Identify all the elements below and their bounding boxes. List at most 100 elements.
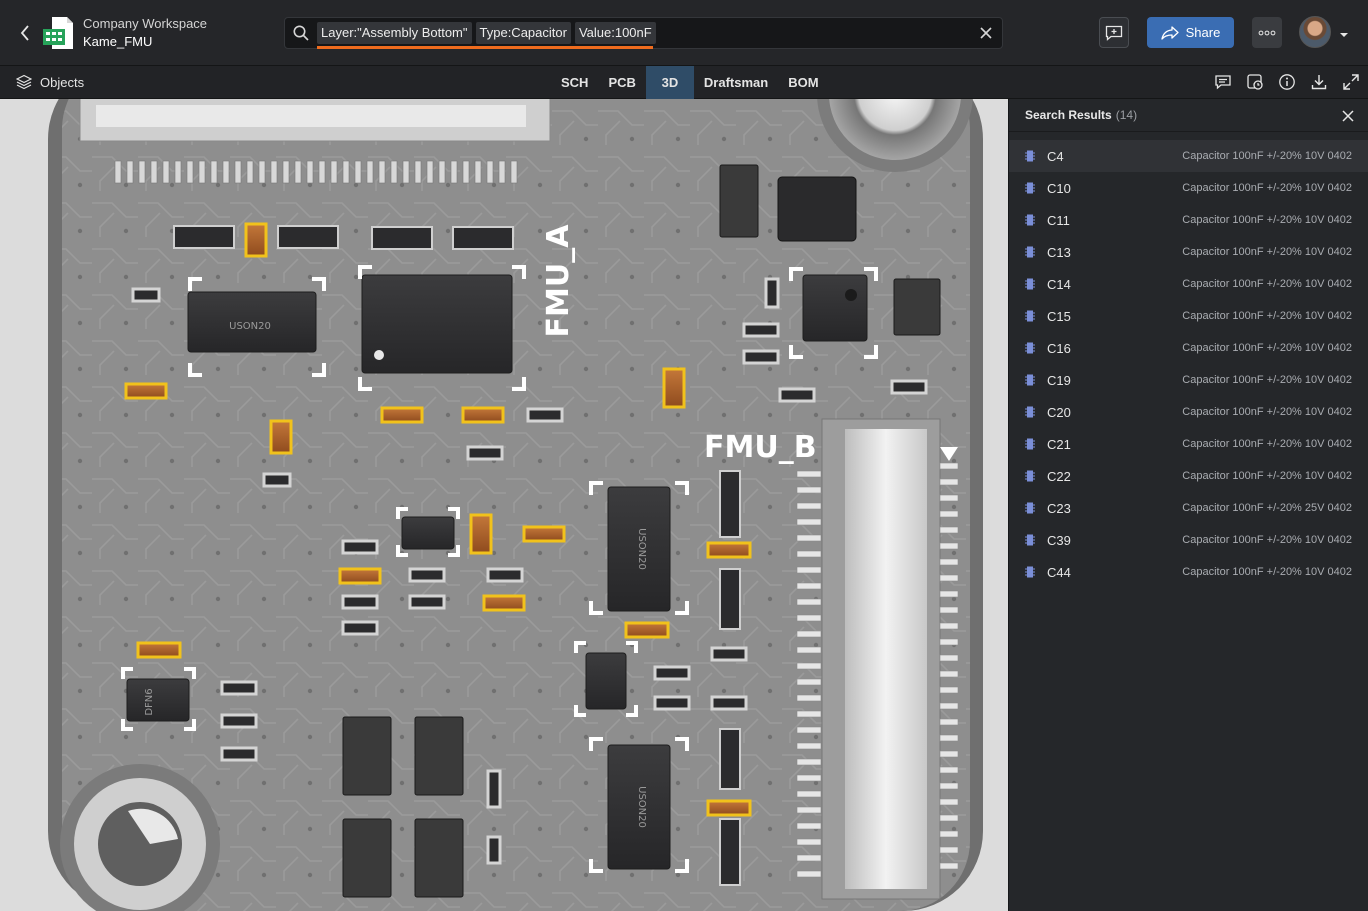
search-chip-layer[interactable]: Layer:"Assembly Bottom"	[317, 22, 472, 44]
capacitor-highlight[interactable]	[469, 513, 493, 555]
fullscreen-icon[interactable]	[1342, 73, 1360, 91]
search-chip-type[interactable]: Type:Capacitor	[475, 22, 571, 44]
capacitor-highlight[interactable]	[338, 567, 382, 585]
search-results-list: C4 Capacitor 100nF +/-20% 10V 0402 C10 Cap…	[1009, 140, 1368, 588]
result-row[interactable]: C19 Capacitor 100nF +/-20% 10V 0402	[1009, 364, 1368, 396]
result-designator: C15	[1047, 308, 1071, 324]
add-comment-icon	[1105, 25, 1123, 41]
result-designator: C14	[1047, 276, 1071, 292]
capacitor-highlight[interactable]	[244, 222, 268, 258]
result-row[interactable]: C16 Capacitor 100nF +/-20% 10V 0402	[1009, 332, 1368, 364]
capacitor-highlight[interactable]	[706, 541, 752, 559]
ic-label-uson-1: USON20	[229, 321, 271, 332]
view-tabs: SCH PCB 3D Draftsman BOM	[551, 66, 829, 99]
add-comment-button[interactable]	[1099, 17, 1129, 48]
clear-search-icon[interactable]	[978, 25, 994, 41]
ic-label-uson-3: USON20	[636, 786, 647, 828]
ic-sensor-port	[845, 289, 857, 301]
avatar[interactable]	[1299, 16, 1331, 48]
result-row[interactable]: C15 Capacitor 100nF +/-20% 10V 0402	[1009, 300, 1368, 332]
result-row[interactable]: C14 Capacitor 100nF +/-20% 10V 0402	[1009, 268, 1368, 300]
3d-viewport[interactable]: USON20 USON20 USON20 DFN6 FMU_A FMU_B	[0, 99, 1008, 911]
download-icon[interactable]	[1310, 73, 1328, 91]
search-icon	[292, 24, 310, 42]
capacitor-highlight[interactable]	[269, 419, 293, 455]
capacitor-highlight[interactable]	[482, 594, 526, 612]
close-panel-icon[interactable]	[1342, 109, 1354, 122]
result-description: Capacitor 100nF +/-20% 10V 0402	[1182, 438, 1352, 450]
result-row[interactable]: C39 Capacitor 100nF +/-20% 10V 0402	[1009, 524, 1368, 556]
share-button[interactable]: Share	[1147, 17, 1234, 48]
ic-label-dfn: DFN6	[144, 688, 155, 715]
result-description: Capacitor 100nF +/-20% 10V 0402	[1182, 310, 1352, 322]
component-icon	[1025, 374, 1035, 386]
objects-label: Objects	[40, 74, 85, 90]
result-row[interactable]: C23 Capacitor 100nF +/-20% 25V 0402	[1009, 492, 1368, 524]
back-icon[interactable]	[14, 22, 36, 44]
history-icon[interactable]	[1246, 73, 1264, 91]
inductor-4	[342, 716, 392, 796]
view-tools	[1214, 73, 1360, 91]
component-icon	[1025, 566, 1035, 578]
capacitor-highlight[interactable]	[124, 382, 168, 400]
pcb-project-icon	[42, 16, 74, 50]
ic-pin1-dot	[374, 350, 384, 360]
tab-draftsman[interactable]: Draftsman	[694, 66, 778, 99]
capacitor-highlight[interactable]	[662, 367, 686, 409]
component-icon	[1025, 438, 1035, 450]
result-description: Capacitor 100nF +/-20% 10V 0402	[1182, 374, 1352, 386]
capacitor-highlight[interactable]	[522, 525, 566, 543]
capacitor-highlight[interactable]	[706, 799, 752, 817]
result-description: Capacitor 100nF +/-20% 10V 0402	[1182, 182, 1352, 194]
capacitor-highlight[interactable]	[136, 641, 182, 659]
ic-main-fmu-a	[361, 274, 513, 374]
result-description: Capacitor 100nF +/-20% 10V 0402	[1182, 470, 1352, 482]
result-designator: C20	[1047, 404, 1071, 420]
result-row[interactable]: C10 Capacitor 100nF +/-20% 10V 0402	[1009, 172, 1368, 204]
result-row[interactable]: C4 Capacitor 100nF +/-20% 10V 0402	[1009, 140, 1368, 172]
chevron-down-icon[interactable]	[1339, 27, 1349, 37]
component-icon	[1025, 214, 1035, 226]
more-options-button[interactable]	[1252, 17, 1282, 48]
result-row[interactable]: C22 Capacitor 100nF +/-20% 10V 0402	[1009, 460, 1368, 492]
result-description: Capacitor 100nF +/-20% 10V 0402	[1182, 534, 1352, 546]
silkscreen-fmu-b: FMU_B	[704, 430, 817, 465]
objects-toggle[interactable]: Objects	[16, 74, 84, 90]
comments-icon[interactable]	[1214, 73, 1232, 91]
search-chip-value[interactable]: Value:100nF	[574, 22, 656, 44]
capacitor-highlight[interactable]	[461, 406, 505, 424]
tab-sch[interactable]: SCH	[551, 66, 598, 99]
component-icon	[1025, 310, 1035, 322]
ic-label-uson-2: USON20	[636, 528, 647, 570]
search-results-header: Search Results (14)	[1009, 99, 1368, 132]
inductor-2	[719, 164, 759, 238]
result-designator: C39	[1047, 532, 1071, 548]
workspace-name: Company Workspace	[83, 16, 208, 31]
result-description: Capacitor 100nF +/-20% 10V 0402	[1182, 150, 1352, 162]
capacitor-highlight[interactable]	[624, 621, 670, 639]
inductor-6	[342, 818, 392, 898]
result-description: Capacitor 100nF +/-20% 10V 0402	[1182, 566, 1352, 578]
inductor-7	[414, 818, 464, 898]
result-row[interactable]: C11 Capacitor 100nF +/-20% 10V 0402	[1009, 204, 1368, 236]
layers-icon	[16, 74, 32, 90]
result-designator: C44	[1047, 564, 1071, 580]
result-row[interactable]: C13 Capacitor 100nF +/-20% 10V 0402	[1009, 236, 1368, 268]
capacitor-highlight[interactable]	[380, 406, 424, 424]
result-description: Capacitor 100nF +/-20% 10V 0402	[1182, 342, 1352, 354]
tab-bom[interactable]: BOM	[778, 66, 828, 99]
component-icon	[1025, 470, 1035, 482]
tab-pcb[interactable]: PCB	[598, 66, 645, 99]
result-row[interactable]: C21 Capacitor 100nF +/-20% 10V 0402	[1009, 428, 1368, 460]
tab-3d[interactable]: 3D	[645, 66, 694, 99]
result-row[interactable]: C20 Capacitor 100nF +/-20% 10V 0402	[1009, 396, 1368, 428]
result-description: Capacitor 100nF +/-20% 10V 0402	[1182, 246, 1352, 258]
component-icon	[1025, 534, 1035, 546]
result-designator: C23	[1047, 500, 1071, 516]
more-icon	[1258, 30, 1276, 35]
search-results-count: (14)	[1115, 108, 1138, 122]
search-bar[interactable]: Layer:"Assembly Bottom" Type:Capacitor V…	[284, 17, 1003, 49]
result-row[interactable]: C44 Capacitor 100nF +/-20% 10V 0402	[1009, 556, 1368, 588]
info-icon[interactable]	[1278, 73, 1296, 91]
ic-sensor	[802, 274, 868, 342]
